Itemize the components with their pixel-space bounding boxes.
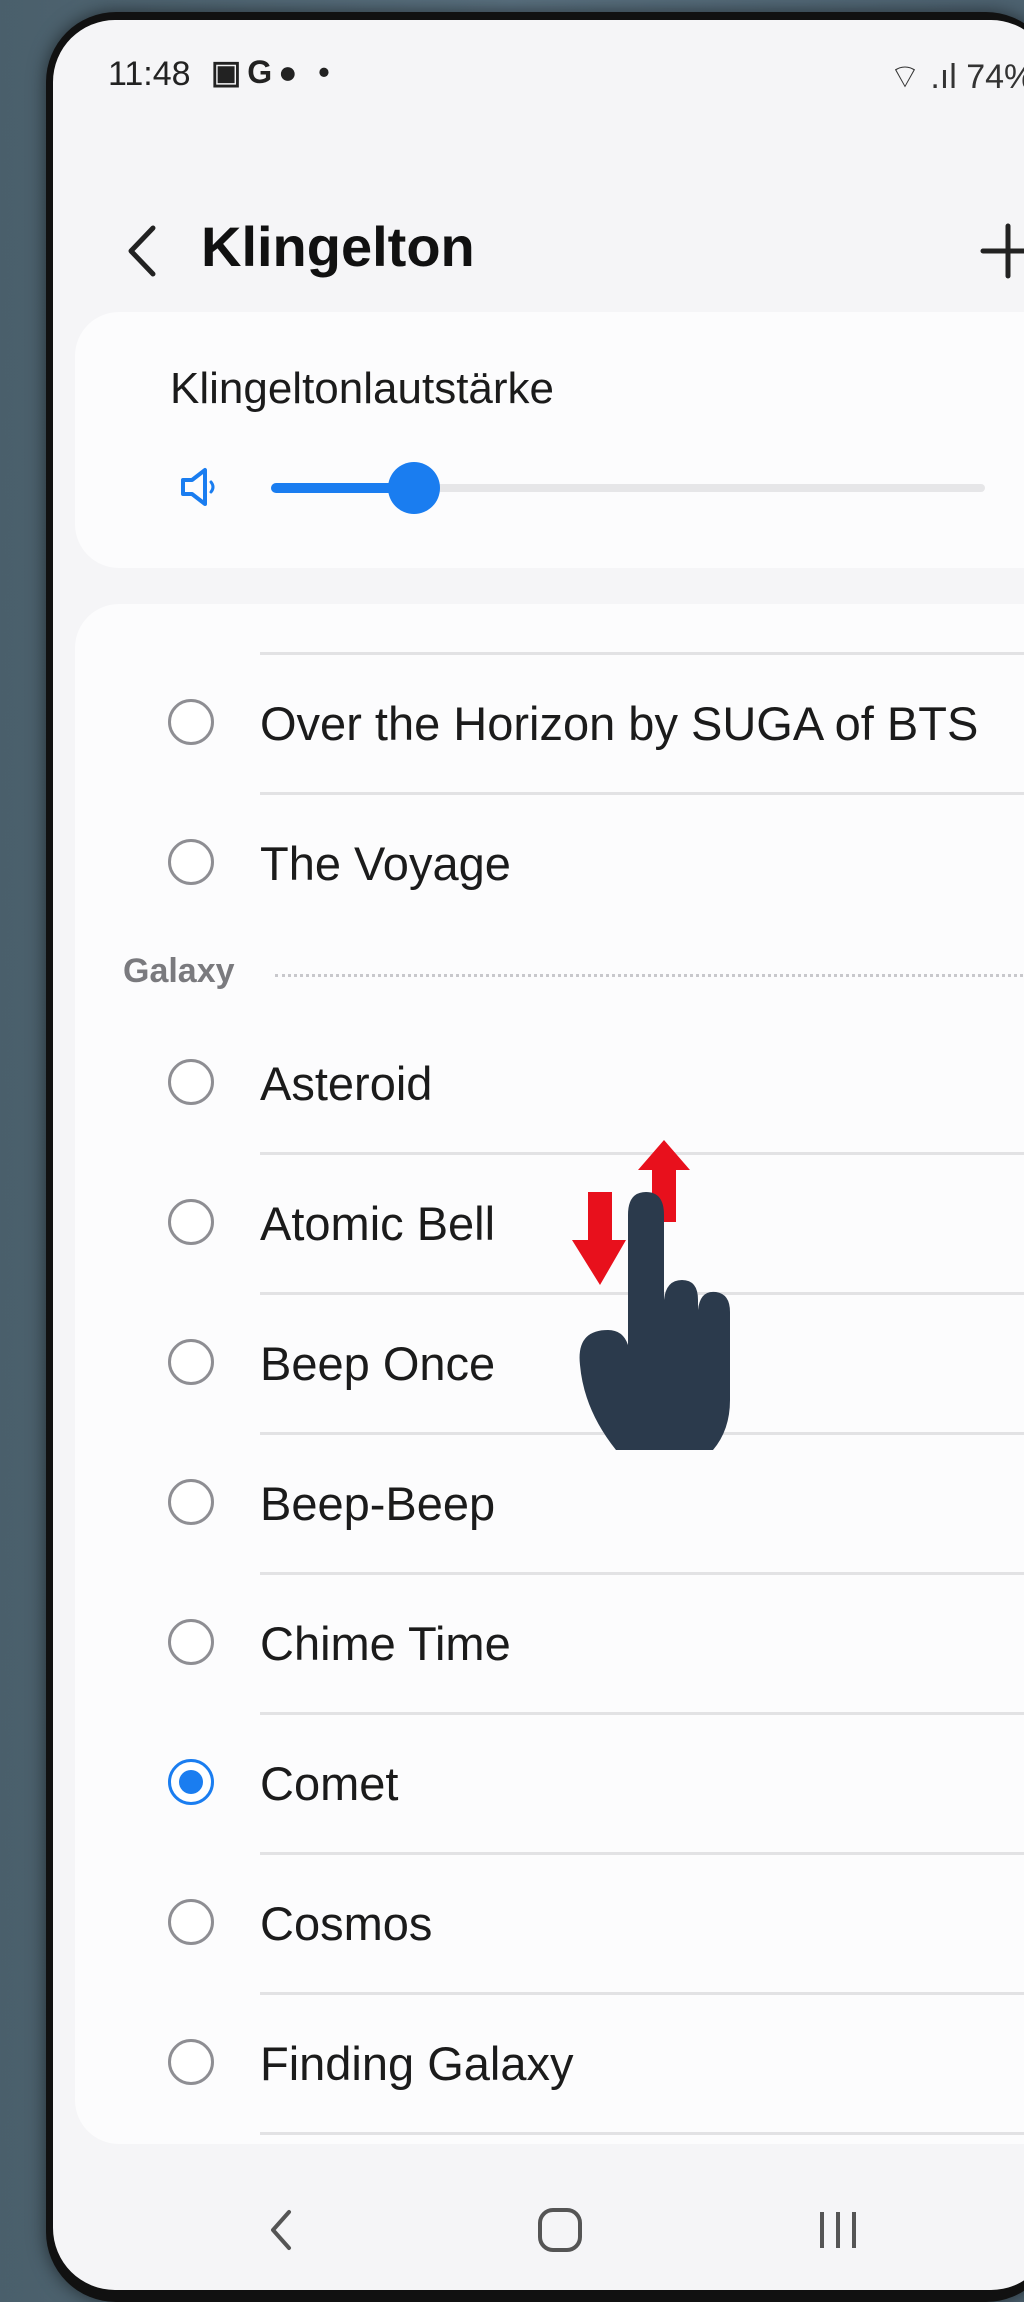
section-divider <box>275 974 1024 977</box>
speaker-icon[interactable] <box>175 462 225 512</box>
app-header: Klingelton <box>53 190 1024 310</box>
radio-button[interactable] <box>168 839 214 885</box>
ringtone-row[interactable]: Beep Once <box>75 1292 1024 1432</box>
radio-button[interactable] <box>168 1199 214 1245</box>
chevron-left-icon <box>128 225 156 277</box>
radio-button[interactable] <box>168 1059 214 1105</box>
list-divider <box>260 2132 1024 2135</box>
nav-recents-button[interactable] <box>798 2200 878 2260</box>
notification-icons: ▣G● • <box>211 54 336 90</box>
radio-button[interactable] <box>168 1899 214 1945</box>
ringtone-row[interactable]: Chime Time <box>75 1572 1024 1712</box>
plus-icon <box>980 223 1024 279</box>
nav-home-button[interactable] <box>520 2200 600 2260</box>
ringtone-row[interactable]: Atomic Bell <box>75 1152 1024 1292</box>
nav-recents-icon <box>820 2212 856 2248</box>
ringtone-label: Beep Once <box>260 1337 496 1390</box>
ringtone-label: Atomic Bell <box>260 1197 496 1250</box>
ringtone-label: Cosmos <box>260 1897 433 1950</box>
screen: 11:48 ▣G● • ⌔ .ıl 74%▮ Klingelton Klinge… <box>53 20 1024 2290</box>
radio-button[interactable] <box>168 1339 214 1385</box>
nav-back-button[interactable] <box>243 2200 323 2260</box>
ringtone-row[interactable]: Beep-Beep <box>75 1432 1024 1572</box>
page-title: Klingelton <box>201 215 475 278</box>
swipe-up-down-hand-icon <box>568 1140 733 1450</box>
slider-thumb[interactable] <box>387 462 440 514</box>
volume-slider[interactable] <box>271 462 985 514</box>
ringtone-row[interactable]: Asteroid <box>75 1012 1024 1152</box>
radio-button[interactable] <box>168 1619 214 1665</box>
radio-button[interactable] <box>168 2039 214 2085</box>
nav-back-icon <box>271 2210 291 2250</box>
ringtone-label: Chime Time <box>260 1617 511 1670</box>
radio-button-selected[interactable] <box>168 1759 214 1805</box>
ringtone-label: The Voyage <box>260 837 511 890</box>
ringtone-label: Over the Horizon by SUGA of BTS <box>260 697 979 750</box>
volume-card: Klingeltonlautstärke <box>75 312 1024 568</box>
ringtone-label: Comet <box>260 1757 399 1810</box>
ringtone-row[interactable]: Over the Horizon by SUGA of BTS <box>75 652 1024 792</box>
navigation-bar <box>53 2160 1024 2290</box>
radio-button[interactable] <box>168 699 214 745</box>
ringtone-row[interactable]: Cosmos <box>75 1852 1024 1992</box>
ringtone-list-card: Over the Horizon by SUGA of BTS The Voyag… <box>75 604 1024 2144</box>
ringtone-row[interactable]: The Voyage <box>75 792 1024 932</box>
ringtone-label: Beep-Beep <box>260 1477 496 1530</box>
radio-button[interactable] <box>168 1479 214 1525</box>
section-label: Galaxy <box>123 952 235 990</box>
volume-label: Klingeltonlautstärke <box>170 364 555 413</box>
status-right-icons: ⌔ .ıl 74%▮ <box>888 58 1024 96</box>
ringtone-label: Finding Galaxy <box>260 2037 574 2090</box>
ringtone-row[interactable]: Finding Galaxy <box>75 1992 1024 2132</box>
section-header-galaxy: Galaxy <box>75 934 1024 1004</box>
ringtone-row[interactable]: Comet <box>75 1712 1024 1852</box>
back-button[interactable] <box>113 216 173 286</box>
add-ringtone-button[interactable] <box>973 216 1024 286</box>
ringtone-label: Asteroid <box>260 1057 433 1110</box>
status-bar: 11:48 ▣G● • ⌔ .ıl 74%▮ <box>53 20 1024 130</box>
nav-home-icon <box>538 2208 582 2252</box>
status-time: 11:48 <box>108 55 191 93</box>
